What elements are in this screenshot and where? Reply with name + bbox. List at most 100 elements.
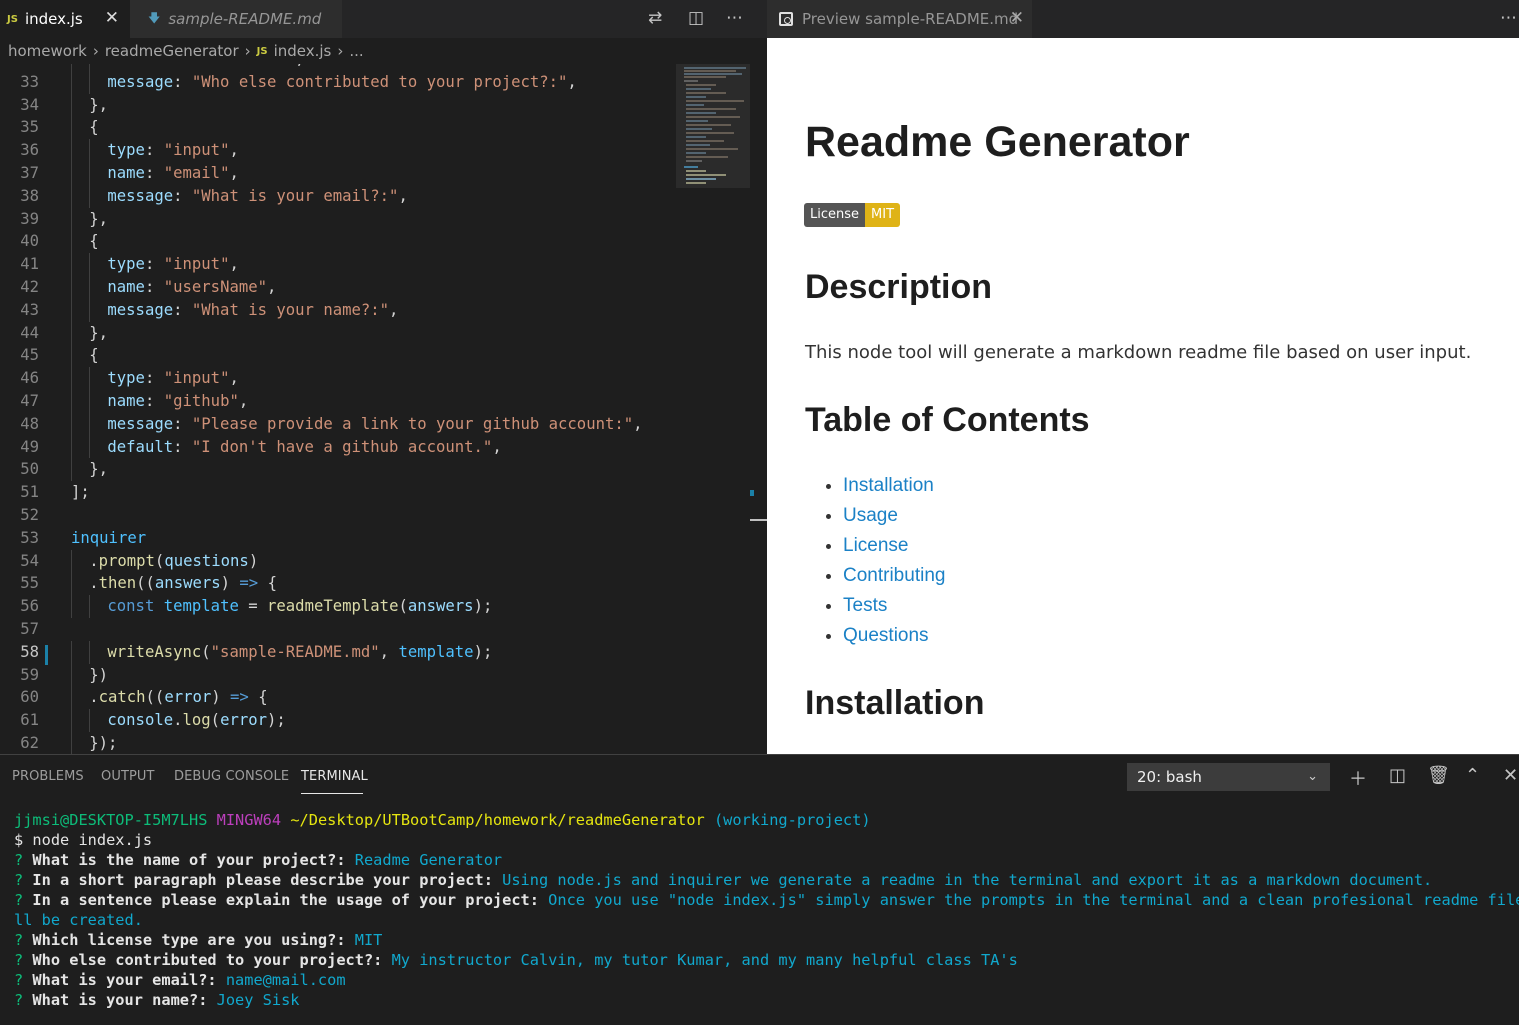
toc-link-usage[interactable]: Usage: [843, 505, 898, 526]
code-line[interactable]: 38 message: "What is your email?:",: [0, 184, 674, 208]
code-line[interactable]: 37 name: "email",: [0, 162, 674, 185]
indent-guide: [71, 572, 72, 596]
code-line[interactable]: 59}): [0, 663, 674, 687]
more-actions-icon[interactable]: ⋯: [1500, 8, 1517, 28]
code-line[interactable]: 50},: [0, 458, 674, 482]
compare-changes-icon[interactable]: ⇄: [648, 8, 662, 28]
indent-guide: [89, 253, 91, 276]
terminal-selector[interactable]: 20: bash ⌄: [1127, 763, 1330, 791]
code-text: },: [89, 323, 108, 342]
terminal-text: ~/Desktop/UTBootCamp/homework/readmeGene…: [290, 811, 705, 829]
line-number: 32: [0, 64, 39, 71]
code-line[interactable]: 48 message: "Please provide a link to you…: [0, 412, 674, 436]
indent-guide: [71, 390, 72, 413]
trash-icon[interactable]: 🗑: [1427, 765, 1450, 786]
toc-link-installation[interactable]: Installation: [843, 475, 934, 496]
code-line[interactable]: 51];: [0, 481, 674, 504]
code-line[interactable]: 44},: [0, 321, 674, 345]
line-number: 56: [20, 597, 39, 616]
indent-guide: [71, 663, 72, 687]
code-line[interactable]: 45 {: [0, 344, 674, 368]
code-text: message: "Please provide a link to your …: [107, 414, 643, 433]
panel-tab-terminal[interactable]: TERMINAL: [301, 769, 368, 784]
code-line[interactable]: 57: [0, 618, 674, 641]
code-line[interactable]: 56 const template = readmeTemplate(answer…: [0, 595, 674, 618]
toc-link-questions[interactable]: Questions: [843, 625, 929, 646]
breadcrumb-item[interactable]: ...: [349, 42, 363, 60]
indent-guide: [71, 709, 72, 732]
indent-guide: [89, 435, 91, 459]
terminal-output[interactable]: jjmsi@DESKTOP-I5M7LHS MINGW64 ~/Desktop/…: [14, 810, 1519, 1010]
code-line[interactable]: 32 name: "contributers",: [0, 64, 674, 71]
indent-guide: [71, 116, 72, 140]
code-line[interactable]: 49 default: "I don't have a github accoun…: [0, 435, 674, 459]
terminal-text: Once you use "node index.js" simply answ…: [548, 891, 1519, 909]
terminal-text: ?: [14, 891, 33, 909]
code-text: {: [89, 118, 99, 137]
panel-tab-output[interactable]: OUTPUT: [101, 769, 155, 784]
toc-link-tests[interactable]: Tests: [843, 595, 887, 616]
more-actions-icon[interactable]: ⋯: [726, 8, 743, 28]
vertical-scrollbar[interactable]: [750, 64, 767, 754]
code-line[interactable]: 36 type: "input",: [0, 139, 674, 162]
code-line[interactable]: 43 message: "What is your name?:",: [0, 298, 674, 322]
code-line[interactable]: 39},: [0, 207, 674, 231]
breadcrumb: homework › readmeGenerator › JS index.js…: [0, 38, 767, 64]
indent-guide: [89, 412, 91, 436]
code-line[interactable]: 47 name: "github",: [0, 390, 674, 413]
breadcrumb-item[interactable]: index.js: [274, 42, 332, 60]
code-line[interactable]: 62});: [0, 732, 674, 754]
panel-tab-debug-console[interactable]: DEBUG CONSOLE: [174, 769, 289, 784]
line-number: 46: [20, 369, 39, 388]
scrollbar-change-marker: [750, 490, 754, 496]
code-line[interactable]: 58 writeAsync("sample-README.md", templat…: [0, 640, 674, 664]
code-line[interactable]: 52: [0, 504, 674, 527]
indent-guide: [89, 595, 91, 618]
close-icon[interactable]: ✕: [1010, 8, 1024, 28]
code-line[interactable]: 34},: [0, 93, 674, 117]
split-terminal-icon[interactable]: ◫: [1389, 765, 1406, 786]
terminal-text: ?: [14, 871, 33, 889]
minimap-slider[interactable]: [676, 64, 750, 188]
editor-tabbar: JS index.js ✕ 🡇 sample-README.md ⇄ ◫ ⋯: [0, 0, 767, 38]
new-terminal-icon[interactable]: ＋: [1349, 765, 1367, 791]
terminal-line: $ node index.js: [14, 830, 1514, 850]
code-line[interactable]: 33 message: "Who else contributed to your…: [0, 70, 674, 94]
line-number: 58: [20, 642, 39, 661]
code-line[interactable]: 55 .then((answers) => {: [0, 572, 674, 596]
code-line[interactable]: 54 .prompt(questions): [0, 549, 674, 573]
code-line[interactable]: 40 {: [0, 230, 674, 254]
breadcrumb-item[interactable]: readmeGenerator: [105, 42, 239, 60]
toc-link-license[interactable]: License: [843, 535, 909, 556]
line-number: 39: [20, 209, 39, 228]
line-number: 54: [20, 551, 39, 570]
indent-guide: [89, 64, 91, 71]
code-line[interactable]: 53 inquirer: [0, 527, 674, 550]
terminal-text: ?: [14, 851, 33, 869]
tab-preview-readme[interactable]: Preview sample-README.md ✕: [767, 0, 1032, 38]
code-editor[interactable]: 32 name: "contributers", 33 message: "Who e…: [0, 64, 674, 754]
line-number: 52: [20, 506, 39, 524]
breadcrumb-item[interactable]: homework: [8, 42, 87, 60]
indent-guide: [71, 367, 72, 390]
code-line[interactable]: 46 type: "input",: [0, 367, 674, 390]
toc-link-contributing[interactable]: Contributing: [843, 565, 945, 586]
panel-tab-problems[interactable]: PROBLEMS: [12, 769, 84, 784]
code-line[interactable]: 42 name: "usersName",: [0, 276, 674, 299]
code-line[interactable]: 61 console.log(error);: [0, 709, 674, 732]
code-line[interactable]: 35 {: [0, 116, 674, 140]
terminal-text: My instructor Calvin, my tutor Kumar, an…: [391, 951, 1018, 969]
maximize-panel-icon[interactable]: ⌃: [1465, 765, 1480, 786]
indent-guide: [89, 367, 91, 390]
code-line[interactable]: 41 type: "input",: [0, 253, 674, 276]
split-editor-icon[interactable]: ◫: [688, 8, 704, 28]
code-line[interactable]: 60 .catch((error) => {: [0, 686, 674, 710]
close-panel-icon[interactable]: ✕: [1503, 765, 1518, 786]
line-number: 38: [20, 186, 39, 205]
tab-sample-readme[interactable]: 🡇 sample-README.md: [130, 0, 342, 38]
close-icon[interactable]: ✕: [105, 8, 119, 28]
tab-label: index.js: [24, 10, 83, 28]
tab-index-js[interactable]: JS index.js ✕: [0, 0, 130, 38]
terminal-line: ? What is the name of your project?: Rea…: [14, 850, 1514, 870]
